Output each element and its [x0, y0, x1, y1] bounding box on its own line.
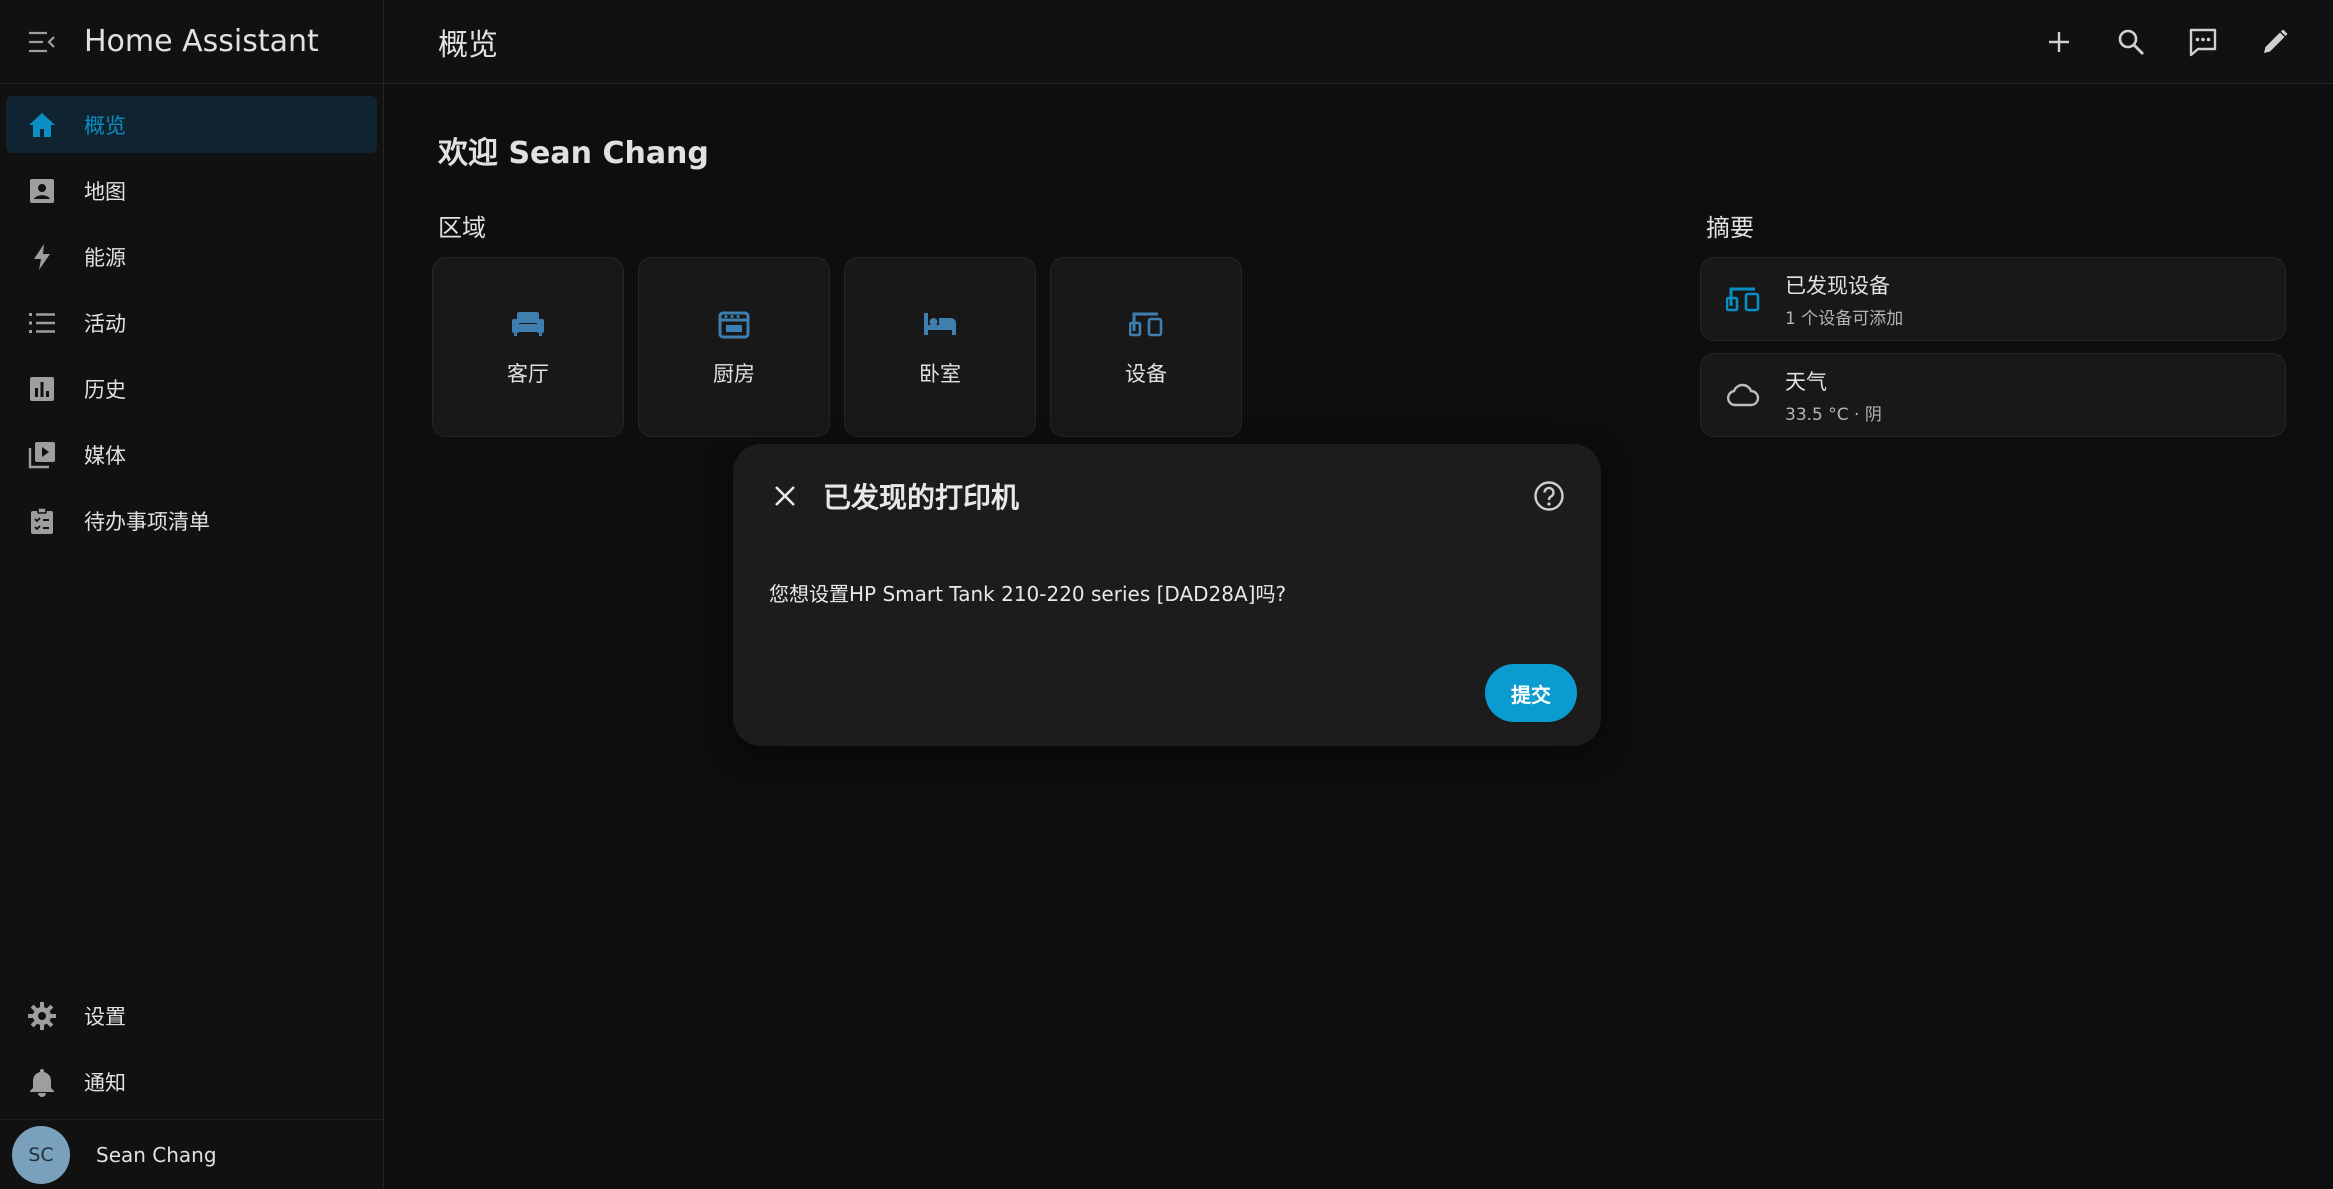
sofa-icon	[508, 304, 548, 344]
plus-icon[interactable]	[2035, 18, 2083, 66]
areas-title: 区域	[438, 214, 486, 242]
dialog-title: 已发现的打印机	[823, 481, 1020, 514]
sidebar-item-settings[interactable]: 设置	[6, 987, 377, 1044]
submit-button[interactable]: 提交	[1485, 664, 1577, 722]
sidebar-item-label: 能源	[84, 245, 126, 270]
gear-icon	[26, 1000, 58, 1032]
summary-title: 摘要	[1706, 214, 1754, 242]
sidebar-item-label: 活动	[84, 311, 126, 336]
app-title: Home Assistant	[84, 24, 319, 59]
sidebar: Home Assistant 概览 地图 能源 活动 历史 媒体 待办事项清单 …	[0, 0, 384, 1189]
user-profile[interactable]: SC Sean Chang	[0, 1119, 383, 1189]
stove-icon	[714, 304, 754, 344]
avatar: SC	[12, 1125, 70, 1184]
pencil-icon[interactable]	[2251, 18, 2299, 66]
assist-icon[interactable]	[2179, 18, 2227, 66]
search-icon[interactable]	[2107, 18, 2155, 66]
sidebar-item-label: 地图	[84, 179, 126, 204]
sidebar-item-map[interactable]: 地图	[6, 162, 377, 219]
dialog-message: 您想设置HP Smart Tank 210-220 series [DAD28A…	[769, 582, 1287, 606]
app-root: Home Assistant 概览 地图 能源 活动 历史 媒体 待办事项清单 …	[0, 0, 2333, 1189]
chart-icon	[26, 373, 58, 405]
area-label: 卧室	[919, 362, 961, 386]
summary-card-subtitle: 1 个设备可添加	[1785, 308, 1904, 329]
summary-text: 已发现设备 1 个设备可添加	[1785, 270, 1903, 329]
summary-card-discovered[interactable]: 已发现设备 1 个设备可添加	[1700, 257, 2286, 341]
summary-card-subtitle: 33.5 °C · 阴	[1785, 404, 1882, 425]
sidebar-item-energy[interactable]: 能源	[6, 228, 377, 285]
media-icon	[26, 439, 58, 471]
devices-icon	[1126, 304, 1166, 344]
top-actions	[2011, 18, 2299, 66]
top-bar: 概览	[384, 0, 2333, 84]
sidebar-item-label: 通知	[84, 1070, 126, 1095]
summary-card-weather[interactable]: 天气 33.5 °C · 阴	[1700, 353, 2286, 437]
area-card-devices[interactable]: 设备	[1050, 257, 1242, 437]
lightning-icon	[26, 241, 58, 273]
sidebar-bottom: 设置 通知 SC Sean Chang	[0, 987, 383, 1189]
close-icon[interactable]	[763, 474, 807, 518]
welcome-heading: 欢迎 Sean Chang	[438, 136, 709, 171]
list-icon	[26, 307, 58, 339]
clipboard-icon	[26, 505, 58, 537]
sidebar-item-label: 概览	[84, 113, 126, 138]
summary-card-title: 天气	[1785, 369, 1827, 394]
area-card-living-room[interactable]: 客厅	[432, 257, 624, 437]
page-title: 概览	[438, 27, 498, 63]
sidebar-item-history[interactable]: 历史	[6, 360, 377, 417]
area-card-bedroom[interactable]: 卧室	[844, 257, 1036, 437]
cloud-icon	[1723, 375, 1763, 415]
summary-cards: 已发现设备 1 个设备可添加 天气 33.5 °C · 阴	[1700, 257, 2286, 449]
summary-text: 天气 33.5 °C · 阴	[1785, 366, 1882, 425]
discovered-printer-dialog: 已发现的打印机 您想设置HP Smart Tank 210-220 series…	[733, 444, 1601, 746]
sidebar-nav: 概览 地图 能源 活动 历史 媒体 待办事项清单	[0, 84, 383, 549]
sidebar-item-overview[interactable]: 概览	[6, 96, 377, 153]
area-card-kitchen[interactable]: 厨房	[638, 257, 830, 437]
devices-icon	[1723, 279, 1763, 319]
sidebar-item-label: 历史	[84, 377, 126, 402]
area-label: 厨房	[713, 362, 755, 386]
sidebar-item-todo[interactable]: 待办事项清单	[6, 492, 377, 549]
sidebar-item-media[interactable]: 媒体	[6, 426, 377, 483]
area-label: 设备	[1125, 362, 1167, 386]
user-name: Sean Chang	[96, 1142, 217, 1167]
sidebar-item-label: 设置	[84, 1004, 126, 1029]
sidebar-item-label: 待办事项清单	[84, 509, 210, 534]
areas-grid: 客厅 厨房 卧室 设备	[432, 257, 1256, 437]
summary-card-title: 已发现设备	[1785, 273, 1890, 298]
map-icon	[26, 175, 58, 207]
sidebar-item-notifications[interactable]: 通知	[6, 1053, 377, 1110]
bed-icon	[920, 304, 960, 344]
sidebar-header: Home Assistant	[0, 0, 383, 84]
sidebar-item-logbook[interactable]: 活动	[6, 294, 377, 351]
sidebar-item-label: 媒体	[84, 443, 126, 468]
bell-icon	[26, 1066, 58, 1098]
area-label: 客厅	[507, 362, 549, 386]
menu-collapse-icon[interactable]	[26, 26, 58, 58]
help-icon[interactable]	[1527, 474, 1571, 518]
home-icon	[26, 109, 58, 141]
